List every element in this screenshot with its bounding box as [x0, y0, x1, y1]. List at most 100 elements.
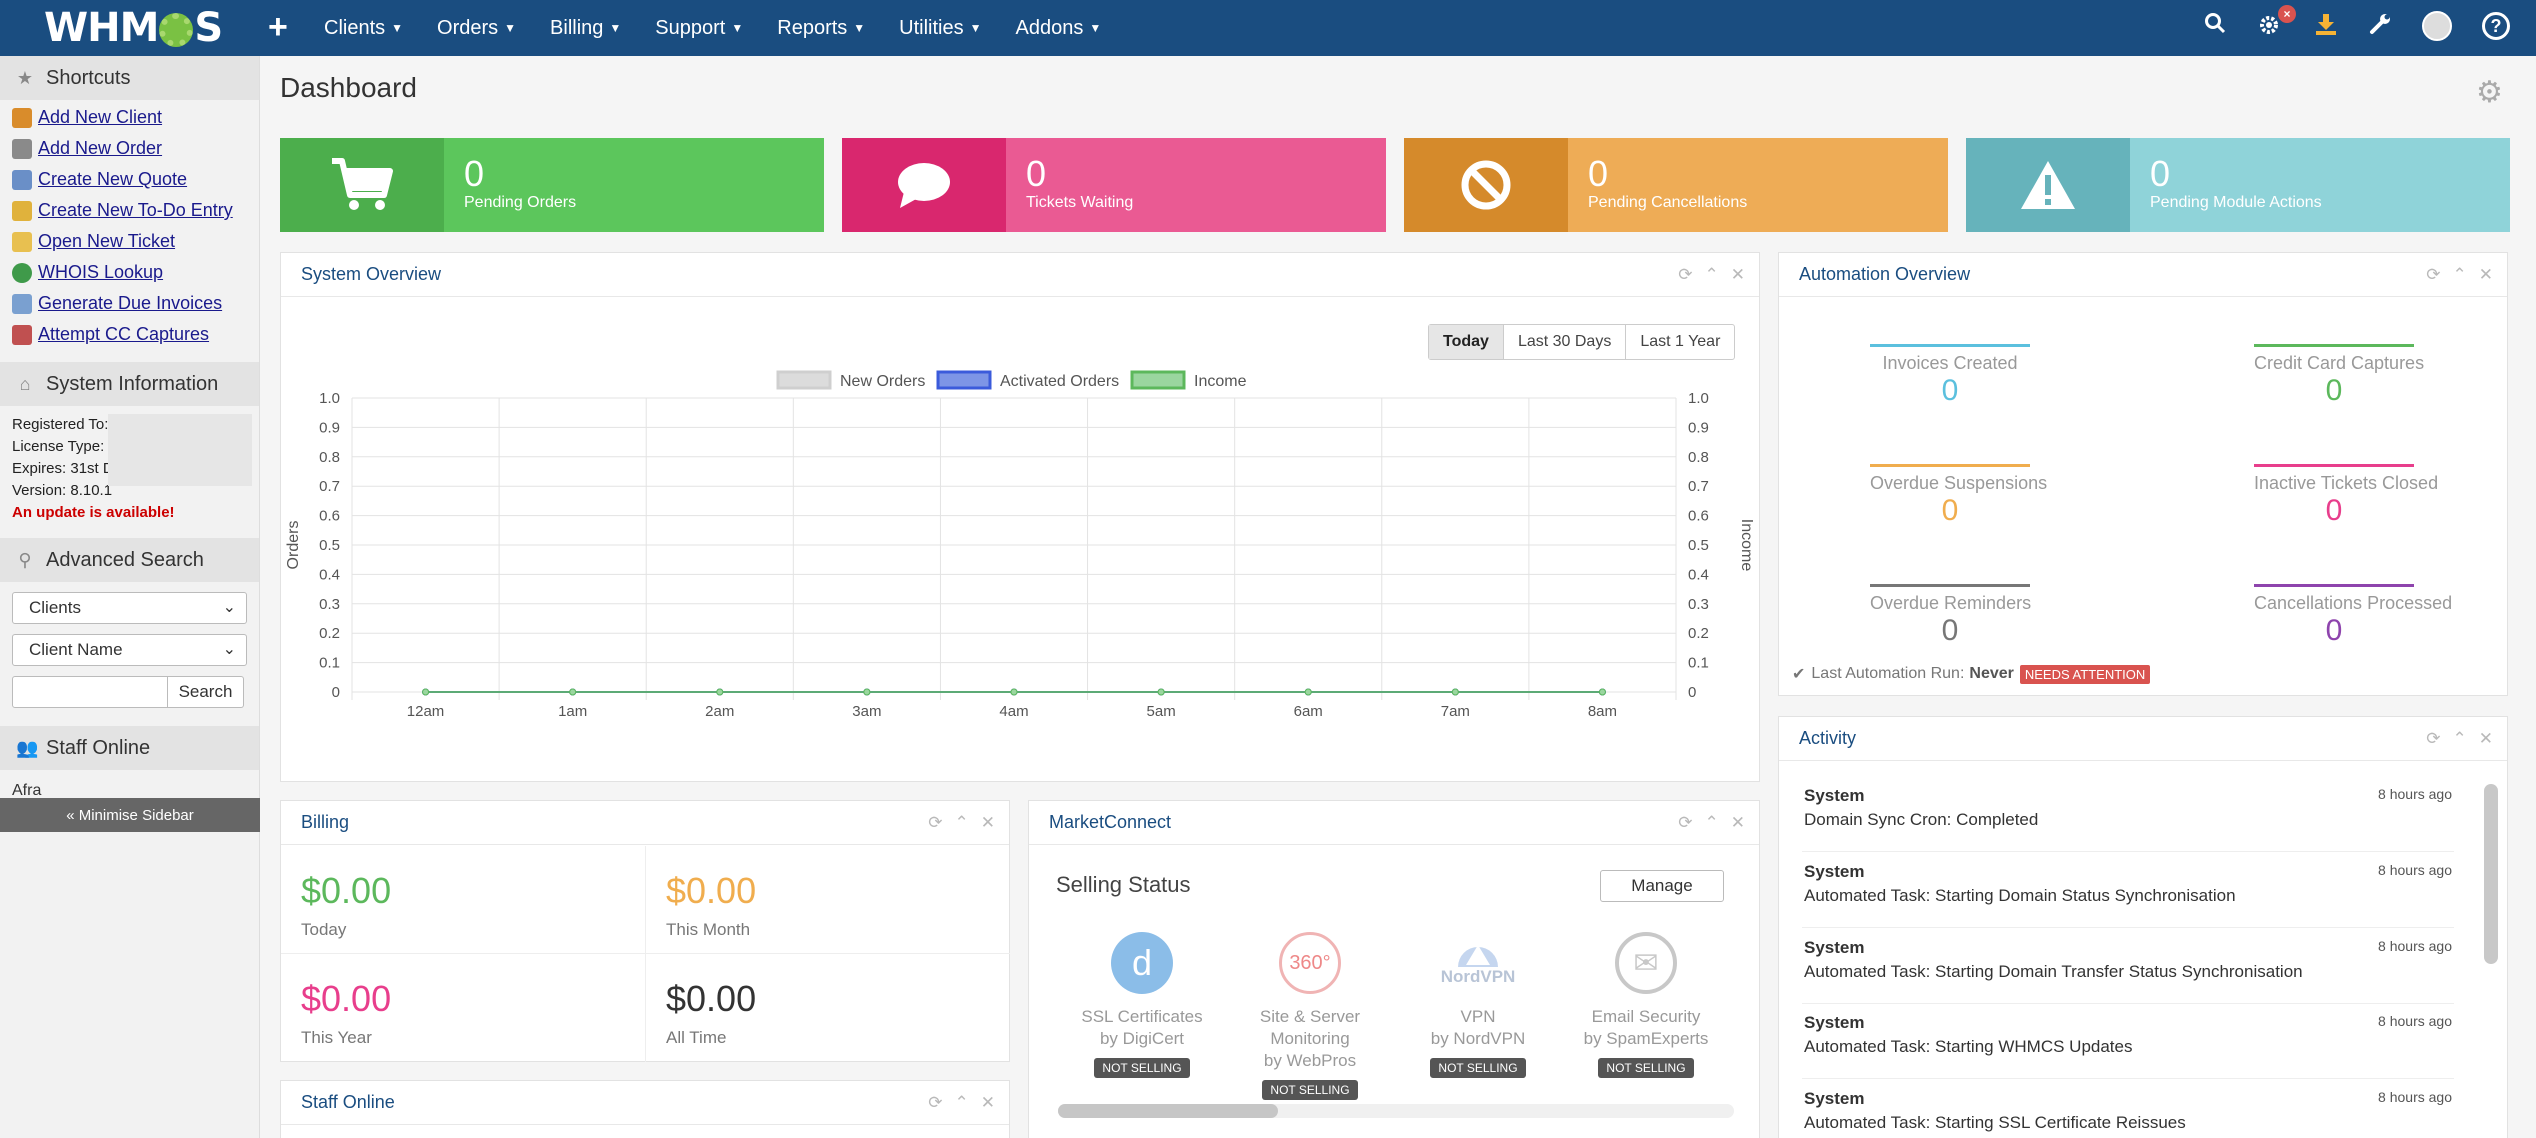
shortcut-label[interactable]: Create New To-Do Entry — [38, 200, 233, 221]
chevron-up-icon[interactable]: ⌃ — [2453, 729, 2467, 749]
search-icon[interactable] — [2204, 12, 2226, 40]
shortcut-open-new-ticket[interactable]: Open New Ticket — [0, 226, 259, 257]
auto-value: 0 — [1941, 614, 1959, 647]
stat-pending-module-actions[interactable]: 0 Pending Module Actions — [1966, 138, 2510, 232]
folder-icon — [12, 231, 32, 252]
avatar[interactable] — [2422, 11, 2452, 41]
refresh-icon[interactable]: ⟳ — [928, 813, 942, 833]
menu-addons[interactable]: Addons ▼ — [1016, 17, 1102, 40]
needs-attention-badge[interactable]: NEEDS ATTENTION — [2019, 664, 2151, 684]
menu-utilities[interactable]: Utilities ▼ — [899, 17, 981, 40]
chevron-up-icon[interactable]: ⌃ — [1705, 265, 1719, 285]
gear-icon[interactable]: ⚙ — [2476, 78, 2506, 108]
logo-text-right: S — [194, 5, 223, 51]
legend-swatch — [776, 370, 832, 390]
close-icon[interactable]: ✕ — [981, 813, 995, 833]
shortcut-attempt-cc-captures[interactable]: Attempt CC Captures — [0, 319, 259, 350]
range-1-year-button[interactable]: Last 1 Year — [1626, 325, 1734, 359]
search-type-value: Clients — [29, 598, 81, 617]
logo-text-left: WHM — [44, 5, 159, 51]
shortcut-label[interactable]: Open New Ticket — [38, 231, 175, 252]
shortcut-label[interactable]: Generate Due Invoices — [38, 293, 222, 314]
data-point — [1304, 688, 1312, 696]
refresh-icon[interactable]: ⟳ — [1678, 265, 1692, 285]
whmcs-logo[interactable]: WHM S — [44, 5, 223, 51]
activity-scrollbar[interactable] — [2484, 784, 2498, 964]
shortcut-create-todo[interactable]: Create New To-Do Entry — [0, 195, 259, 226]
y-tick-right: 0.7 — [1688, 478, 1709, 495]
automation-settings-icon[interactable]: × — [2258, 5, 2296, 44]
chevron-up-icon[interactable]: ⌃ — [1705, 813, 1719, 833]
close-icon[interactable]: ✕ — [1731, 265, 1745, 285]
shortcut-label[interactable]: Attempt CC Captures — [38, 324, 209, 345]
stat-tickets-waiting[interactable]: 0 Tickets Waiting — [842, 138, 1386, 232]
auto-overdue-suspensions: Overdue Suspensions 0 — [1870, 464, 2047, 528]
close-icon[interactable]: ✕ — [1731, 813, 1745, 833]
refresh-icon[interactable]: ⟳ — [1678, 813, 1692, 833]
shortcut-label[interactable]: WHOIS Lookup — [38, 262, 163, 283]
search-field-select[interactable]: Client Name ⌄ — [12, 634, 247, 666]
auto-label: Credit Card Captures — [2254, 353, 2425, 373]
mc-product-name: VPN — [1460, 1007, 1496, 1026]
shortcut-label[interactable]: Add New Order — [38, 138, 162, 159]
scrollbar-thumb[interactable] — [1058, 1104, 1278, 1118]
search-type-select[interactable]: Clients ⌄ — [12, 592, 247, 624]
shortcut-generate-due-invoices[interactable]: Generate Due Invoices — [0, 288, 259, 319]
stat-pending-cancellations[interactable]: 0 Pending Cancellations — [1404, 138, 1948, 232]
x-tick-label: 2am — [705, 703, 734, 720]
shortcut-whois-lookup[interactable]: WHOIS Lookup — [0, 257, 259, 288]
close-icon[interactable]: ✕ — [2479, 729, 2493, 749]
shortcut-label[interactable]: Create New Quote — [38, 169, 187, 190]
minimise-sidebar-button[interactable]: « Minimise Sidebar — [0, 798, 260, 832]
activity-time: 8 hours ago — [2378, 938, 2452, 954]
wrench-icon[interactable] — [2368, 12, 2392, 42]
menu-billing[interactable]: Billing ▼ — [550, 17, 621, 40]
data-point — [1451, 688, 1459, 696]
refresh-icon[interactable]: ⟳ — [928, 1093, 942, 1113]
chevron-up-icon[interactable]: ⌃ — [2453, 265, 2467, 285]
close-icon[interactable]: ✕ — [981, 1093, 995, 1113]
stat-pending-orders[interactable]: 0 Pending Orders — [280, 138, 824, 232]
stat-value: 0 — [464, 153, 485, 194]
menu-orders[interactable]: Orders ▼ — [437, 17, 516, 40]
download-icon[interactable] — [2314, 12, 2338, 42]
menu-reports[interactable]: Reports ▼ — [777, 17, 865, 40]
update-available-link[interactable]: An update is available! — [12, 502, 247, 524]
range-30-days-button[interactable]: Last 30 Days — [1504, 325, 1627, 359]
manage-button[interactable]: Manage — [1600, 870, 1724, 902]
billing-label: This Year — [301, 1028, 372, 1047]
shortcut-add-new-order[interactable]: Add New Order — [0, 133, 259, 164]
mc-product-monitoring[interactable]: 360° Site & Server Monitoring by WebPros… — [1220, 932, 1400, 1100]
menu-support[interactable]: Support ▼ — [655, 17, 743, 40]
refresh-icon[interactable]: ⟳ — [2426, 265, 2440, 285]
y-tick-left: 0.5 — [319, 537, 340, 554]
shortcut-create-new-quote[interactable]: Create New Quote — [0, 164, 259, 195]
not-selling-badge: NOT SELLING — [1598, 1058, 1694, 1078]
quick-add-button[interactable]: + — [268, 10, 288, 44]
search-input[interactable] — [12, 676, 168, 708]
help-icon[interactable]: ? — [2482, 12, 2510, 40]
mc-product-email-security[interactable]: ✉ Email Security by SpamExperts NOT SELL… — [1556, 932, 1736, 1078]
activity-item: System 8 hours ago Domain Sync Cron: Com… — [1802, 776, 2454, 852]
search-button[interactable]: Search — [168, 676, 244, 708]
auto-bar — [2254, 584, 2414, 587]
shortcut-label[interactable]: Add New Client — [38, 107, 162, 128]
mc-product-vpn[interactable]: NordVPN VPN by NordVPN NOT SELLING — [1388, 932, 1568, 1078]
refresh-icon[interactable]: ⟳ — [2426, 729, 2440, 749]
data-point — [569, 688, 577, 696]
not-selling-badge: NOT SELLING — [1094, 1058, 1190, 1078]
range-today-button[interactable]: Today — [1429, 325, 1504, 359]
activity-user: System — [1804, 1013, 1865, 1032]
menu-clients[interactable]: Clients ▼ — [324, 17, 403, 40]
auto-label: Overdue Reminders — [1870, 593, 2032, 613]
y-tick-right: 0.8 — [1688, 449, 1709, 466]
marketconnect-scrollbar[interactable] — [1058, 1104, 1734, 1118]
legend-swatch — [936, 370, 992, 390]
mc-product-ssl[interactable]: d SSL Certificates by DigiCert NOT SELLI… — [1052, 932, 1232, 1078]
chevron-up-icon[interactable]: ⌃ — [955, 1093, 969, 1113]
search-row: Search — [12, 676, 247, 708]
close-icon[interactable]: ✕ — [2479, 265, 2493, 285]
chevron-up-icon[interactable]: ⌃ — [955, 813, 969, 833]
mc-product-name: Site & Server Monitoring — [1259, 1007, 1361, 1048]
shortcut-add-new-client[interactable]: Add New Client — [0, 102, 259, 133]
